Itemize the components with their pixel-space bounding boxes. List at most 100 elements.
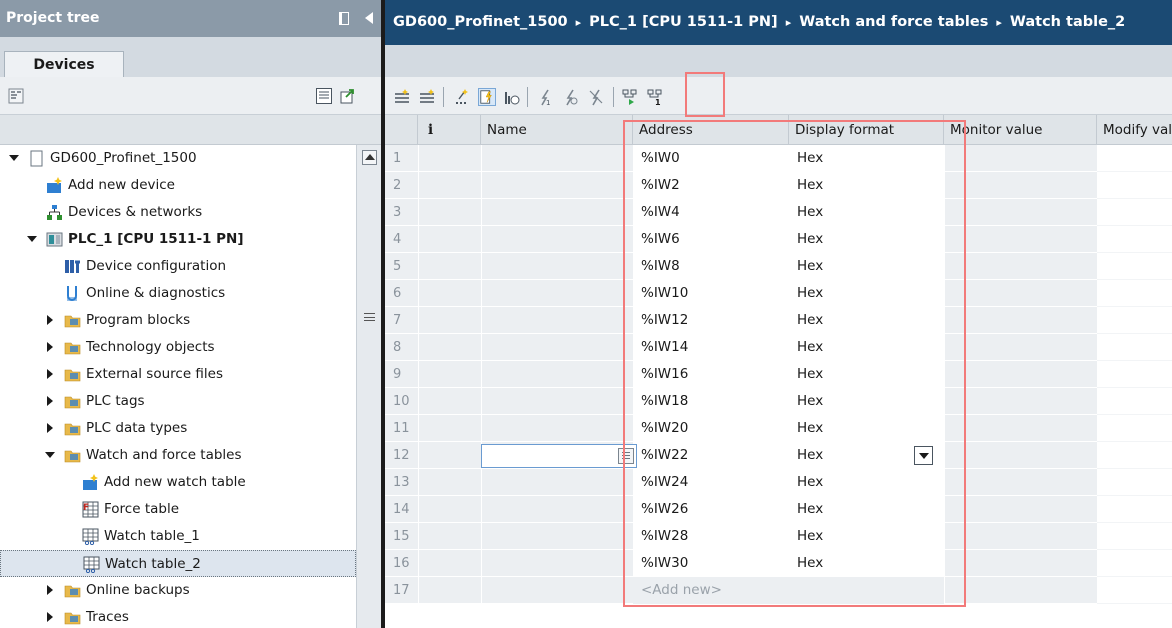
overview-icon[interactable] — [316, 88, 332, 104]
name-cell[interactable] — [481, 280, 633, 307]
expand-open-icon[interactable] — [44, 442, 56, 469]
monitor-value-column-header[interactable]: Monitor value — [944, 115, 1097, 145]
modify-value-cell[interactable] — [1097, 523, 1172, 550]
address-cell[interactable]: %IW8 — [633, 253, 789, 280]
project-tree-scrollbar[interactable] — [356, 145, 381, 628]
expand-open-icon[interactable] — [26, 226, 38, 253]
tree-item[interactable]: PLC data types — [0, 415, 356, 442]
tree-item[interactable]: F Force table — [0, 496, 356, 523]
name-column-header[interactable]: Name — [481, 115, 633, 145]
display-format-cell[interactable]: Hex — [789, 145, 944, 172]
modify-value-cell[interactable] — [1097, 361, 1172, 388]
tree-item[interactable]: Watch table_2 — [0, 550, 356, 577]
name-cell[interactable] — [481, 307, 633, 334]
address-cell[interactable]: %IW6 — [633, 226, 789, 253]
table-row[interactable]: 13 %IW24 Hex — [385, 469, 1172, 496]
table-row[interactable]: 12 %IW22 Hex — [385, 442, 1172, 469]
display-format-cell[interactable]: Hex — [789, 523, 944, 550]
export-icon[interactable] — [340, 88, 356, 104]
display-format-dropdown-icon[interactable] — [914, 446, 933, 465]
name-cell[interactable] — [481, 334, 633, 361]
address-cell[interactable]: %IW20 — [633, 415, 789, 442]
display-format-cell[interactable]: Hex — [789, 415, 944, 442]
modify-value-cell[interactable] — [1097, 415, 1172, 442]
address-cell[interactable]: %IW30 — [633, 550, 789, 577]
display-format-cell[interactable]: Hex — [789, 388, 944, 415]
modify-value-cell[interactable] — [1097, 280, 1172, 307]
name-cell[interactable] — [481, 388, 633, 415]
modify-value-cell[interactable] — [1097, 145, 1172, 172]
tree-item[interactable]: Add new device — [0, 172, 356, 199]
display-format-cell[interactable]: Hex — [789, 307, 944, 334]
split-view-icon[interactable] — [339, 12, 349, 25]
display-format-cell[interactable]: Hex — [789, 172, 944, 199]
tree-item[interactable]: Technology objects — [0, 334, 356, 361]
tag-browse-icon[interactable] — [618, 448, 634, 464]
table-row[interactable]: 9 %IW16 Hex — [385, 361, 1172, 388]
modify-value-cell[interactable] — [1097, 226, 1172, 253]
scroll-up-button[interactable] — [362, 150, 377, 165]
table-row[interactable]: 1 %IW0 Hex — [385, 145, 1172, 172]
table-row[interactable]: 5 %IW8 Hex — [385, 253, 1172, 280]
table-row[interactable]: 14 %IW26 Hex — [385, 496, 1172, 523]
address-cell[interactable]: <Add new> — [633, 577, 789, 604]
name-edit-field[interactable] — [481, 444, 637, 468]
modify-value-cell[interactable] — [1097, 253, 1172, 280]
name-cell[interactable] — [481, 415, 633, 442]
scroll-grip[interactable] — [364, 313, 375, 321]
name-cell[interactable] — [481, 253, 633, 280]
tree-item[interactable]: Online & diagnostics — [0, 280, 356, 307]
monitor-all-icon[interactable] — [622, 88, 640, 106]
name-cell[interactable] — [481, 469, 633, 496]
address-cell[interactable]: %IW14 — [633, 334, 789, 361]
address-cell[interactable]: %IW2 — [633, 172, 789, 199]
address-cell[interactable]: %IW12 — [633, 307, 789, 334]
force-icon[interactable]: 1 — [535, 88, 553, 106]
breadcrumb-item[interactable]: Watch and force tables — [799, 14, 988, 30]
name-cell[interactable] — [481, 496, 633, 523]
expand-closed-icon[interactable] — [44, 334, 56, 361]
table-row[interactable]: 6 %IW10 Hex — [385, 280, 1172, 307]
name-cell[interactable] — [481, 226, 633, 253]
modify-value-cell[interactable] — [1097, 172, 1172, 199]
address-cell[interactable]: %IW18 — [633, 388, 789, 415]
address-cell[interactable]: %IW16 — [633, 361, 789, 388]
expand-closed-icon[interactable] — [44, 307, 56, 334]
expand-closed-icon[interactable] — [44, 577, 56, 604]
name-cell[interactable] — [481, 199, 633, 226]
collapse-panel-icon[interactable] — [365, 12, 373, 24]
modify-now-icon[interactable] — [478, 88, 496, 106]
modify-value-cell[interactable] — [1097, 496, 1172, 523]
modify-value-cell[interactable] — [1097, 442, 1172, 469]
address-cell[interactable]: %IW26 — [633, 496, 789, 523]
modify-value-cell[interactable] — [1097, 469, 1172, 496]
display-format-cell[interactable]: Hex — [789, 469, 944, 496]
name-cell[interactable] — [481, 550, 633, 577]
expand-closed-icon[interactable] — [44, 388, 56, 415]
table-row[interactable]: 10 %IW18 Hex — [385, 388, 1172, 415]
tree-item[interactable]: Watch and force tables — [0, 442, 356, 469]
modify-value-cell[interactable] — [1097, 334, 1172, 361]
name-cell[interactable] — [481, 361, 633, 388]
display-format-cell[interactable]: Hex — [789, 199, 944, 226]
modify-value-cell[interactable] — [1097, 388, 1172, 415]
name-cell[interactable] — [481, 577, 633, 604]
display-format-cell[interactable] — [789, 577, 944, 604]
name-cell[interactable] — [481, 523, 633, 550]
stop-forcing-icon[interactable] — [587, 88, 605, 106]
expand-closed-icon[interactable] — [44, 361, 56, 388]
expand-open-icon[interactable] — [8, 145, 20, 172]
modify-value-cell[interactable] — [1097, 550, 1172, 577]
display-format-column-header[interactable]: Display format — [789, 115, 944, 145]
breadcrumb-item[interactable]: Watch table_2 — [1010, 14, 1125, 30]
address-cell[interactable]: %IW24 — [633, 469, 789, 496]
tree-item[interactable]: GD600_Profinet_1500 — [0, 145, 356, 172]
table-row[interactable]: 8 %IW14 Hex — [385, 334, 1172, 361]
table-row[interactable]: 11 %IW20 Hex — [385, 415, 1172, 442]
monitor-once-icon[interactable] — [503, 88, 521, 106]
table-row[interactable]: 16 %IW30 Hex — [385, 550, 1172, 577]
tree-item[interactable]: Device configuration — [0, 253, 356, 280]
modify-value-cell[interactable] — [1097, 307, 1172, 334]
tree-item[interactable]: PLC_1 [CPU 1511-1 PN] — [0, 226, 356, 253]
display-format-cell[interactable]: Hex — [789, 280, 944, 307]
